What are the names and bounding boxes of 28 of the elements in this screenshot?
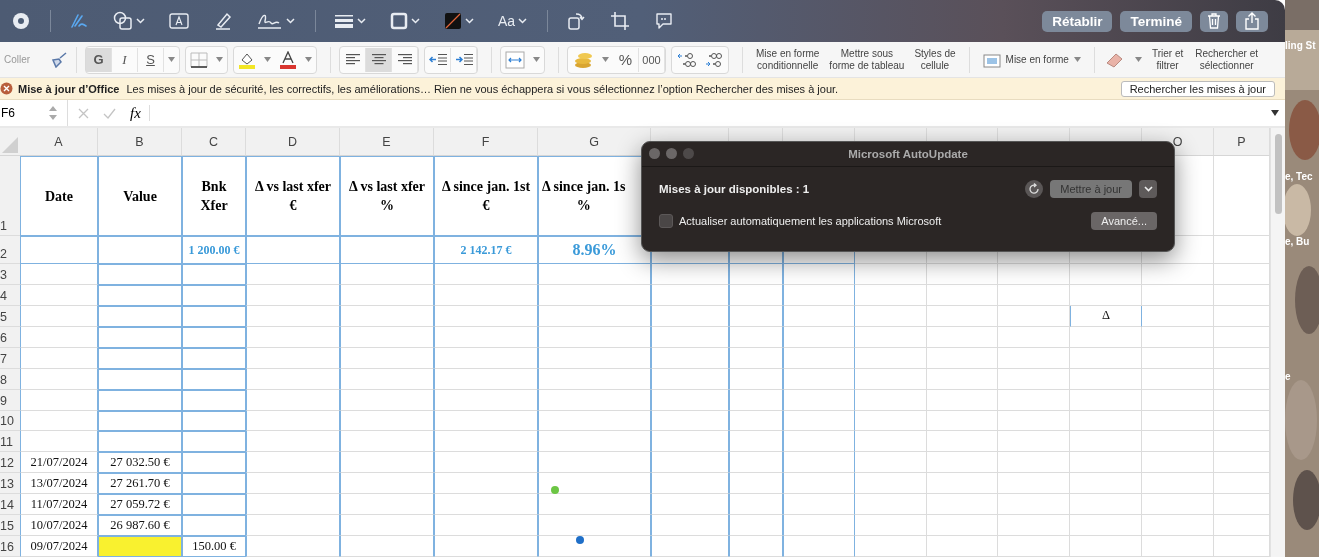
table-cell: 10/07/2024 [20,515,98,537]
column-title: Bnk Xfer [182,156,246,236]
table-cell: 8.96% [538,236,651,264]
banner-title: Mise à jour d’Office [18,82,120,95]
column-title: Δ vs last xfer % [340,156,434,236]
background-text: ling St [1285,40,1316,51]
column-title: Value [98,156,182,236]
table-cell: Δ [1070,305,1142,327]
updates-heading: Mises à jour disponibles : 1 [659,183,811,195]
table-cell: 27 261.70 € [98,473,182,495]
table-cell: 26 987.60 € [98,515,182,537]
column-title: Δ since jan. 1st € [434,156,538,236]
table-cell: 27 059.72 € [98,494,182,516]
column-title: Date [20,156,98,236]
table-cell: 150.00 € [182,536,246,557]
column-title: Δ vs last xfer € [246,156,340,236]
dialog-title: Microsoft AutoUpdate [848,148,968,160]
table-cell: 13/07/2024 [20,473,98,495]
background-text: e [1285,371,1291,382]
background-text: e, Tec [1285,171,1313,182]
banner-message: Les mises à jour de sécurité, les correctifs, les améliorations… Rien ne vous échappera si vous sélectionnez l’option Rechercher des mises à jour. [126,82,840,95]
background-text: e, Bu [1285,236,1310,247]
table-cell: 1 200.00 € [182,236,246,264]
table-cell: 27 032.50 € [98,452,182,474]
table-cell: 2 142.17 € [434,236,538,264]
checkbox-label: Actualiser automatiquement les applications Microsoft [679,215,943,227]
table-cell: 11/07/2024 [20,494,98,516]
table-cell: 21/07/2024 [20,452,98,474]
